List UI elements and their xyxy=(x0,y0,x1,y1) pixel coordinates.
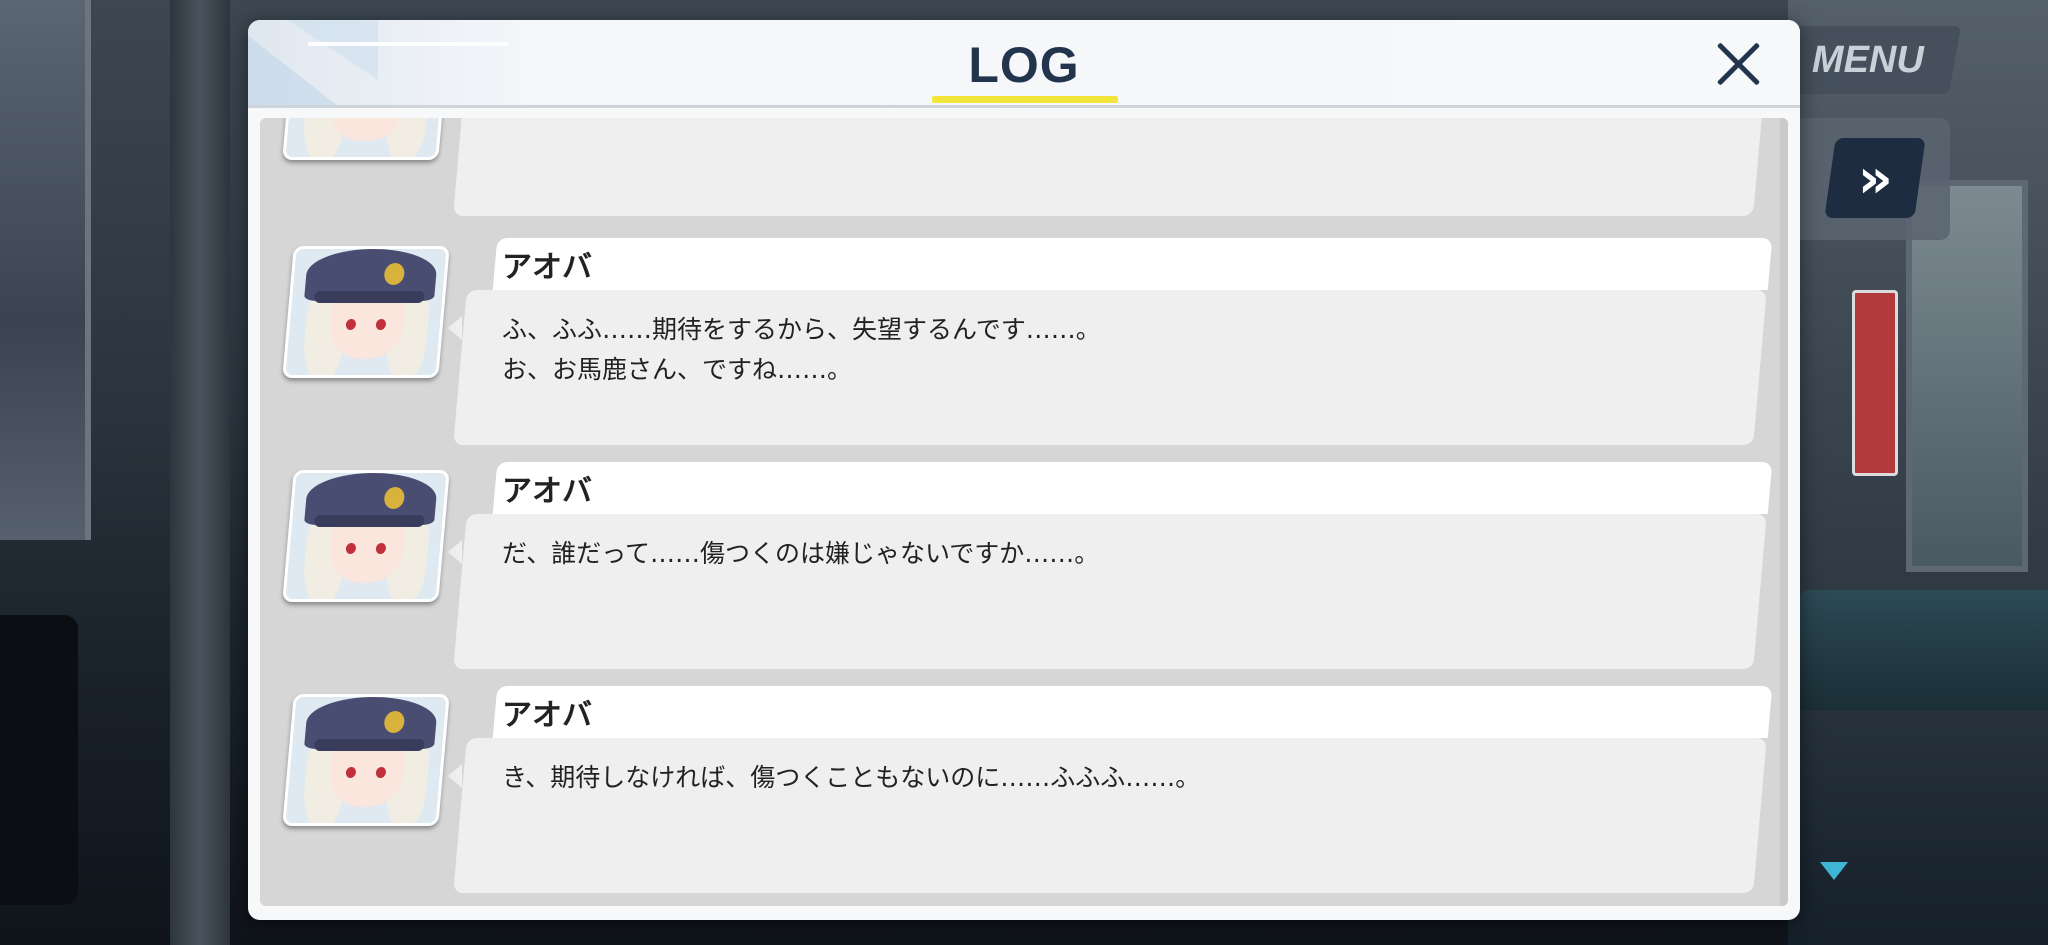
speaker-name: アオバ xyxy=(502,474,592,509)
bubble-pointer xyxy=(448,764,462,788)
avatar xyxy=(282,246,450,378)
speaker-namebar xyxy=(492,686,1773,738)
header-divider xyxy=(248,105,1800,108)
avatar xyxy=(282,118,450,160)
train-poster xyxy=(1852,290,1898,476)
speaker-namebar xyxy=(492,462,1773,514)
speaker-namebar xyxy=(492,238,1773,290)
message-text: だ、誰だって……傷つくのは嫌じゃないですか……。 xyxy=(502,539,1100,568)
log-entry: アオバ だ、誰だって……傷つくのは嫌じゃないですか……。 xyxy=(260,462,1773,676)
avatar xyxy=(282,470,450,602)
log-list[interactable]: アオバ ふ、ふふ……期待をするから、失望するんです……。 お、お馬鹿さん、ですね… xyxy=(260,118,1788,906)
avatar xyxy=(282,694,450,826)
menu-button[interactable]: MENU xyxy=(1774,26,1961,94)
title-underline xyxy=(932,96,1118,103)
speaker-name: アオバ xyxy=(502,250,592,285)
message-bubble xyxy=(453,118,1767,216)
train-pillar xyxy=(170,0,230,945)
log-entry: アオバ ふ、ふふ……期待をするから、失望するんです……。 お、お馬鹿さん、ですね… xyxy=(260,238,1773,452)
log-title: LOG xyxy=(968,37,1080,93)
log-entry: アオバ き、期待しなければ、傷つくこともないのに……ふふふ……。 xyxy=(260,686,1773,900)
log-dialog: LOG アオバ ふ、ふふ……期待をするから、失望するんです……。 お、お馬鹿さん… xyxy=(248,20,1800,920)
train-window-left xyxy=(0,0,91,540)
menu-label: MENU xyxy=(1811,38,1924,81)
train-seat xyxy=(1798,590,2048,710)
message-text: ふ、ふふ……期待をするから、失望するんです……。 お、お馬鹿さん、ですね……。 xyxy=(502,315,1101,384)
close-icon[interactable] xyxy=(1708,34,1768,94)
side-panel xyxy=(0,615,78,905)
next-indicator-icon xyxy=(1820,862,1848,880)
scrollbar[interactable] xyxy=(1780,118,1788,906)
bubble-pointer xyxy=(448,316,462,340)
bubble-pointer xyxy=(448,540,462,564)
speaker-name: アオバ xyxy=(502,698,592,733)
fast-forward-icon: » xyxy=(1857,146,1879,210)
log-header: LOG xyxy=(248,20,1800,108)
fast-forward-button[interactable]: » xyxy=(1824,138,1926,218)
message-text: き、期待しなければ、傷つくこともないのに……ふふふ……。 xyxy=(502,763,1201,792)
